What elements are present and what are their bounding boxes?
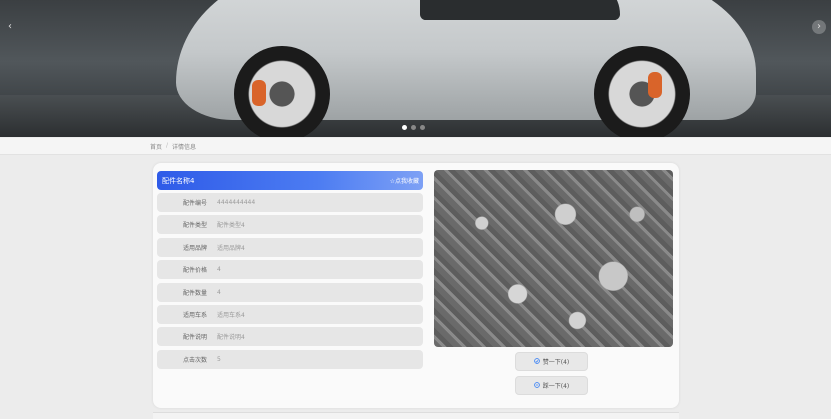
car-window bbox=[420, 0, 620, 20]
field-row-description: 配件说明 配件说明4 bbox=[157, 327, 423, 347]
thumbs-up-icon bbox=[533, 357, 540, 366]
breadcrumb-current: 详情信息 bbox=[172, 144, 197, 151]
car-wheel-front bbox=[234, 46, 330, 137]
dislike-button[interactable]: 踩一下(4) bbox=[515, 376, 588, 395]
carousel-dot-2[interactable] bbox=[411, 125, 416, 130]
favorite-button[interactable]: ☆点我收藏 bbox=[390, 176, 419, 185]
carousel-dot-3[interactable] bbox=[420, 125, 425, 130]
field-value: 适用车系4 bbox=[217, 311, 245, 319]
carousel-dot-1[interactable] bbox=[402, 125, 407, 130]
field-label: 点击次数 bbox=[182, 356, 207, 364]
field-label: 适用车系 bbox=[182, 311, 207, 319]
breadcrumb-bar: 首页 / 详情信息 bbox=[0, 138, 831, 155]
field-label: 配件价格 bbox=[182, 267, 207, 275]
field-row-quantity: 配件数量 4 bbox=[157, 282, 423, 302]
field-value: 4444444444 bbox=[217, 199, 256, 206]
field-label: 配件编号 bbox=[182, 200, 207, 207]
breadcrumb-separator: / bbox=[166, 142, 169, 149]
footer-edge bbox=[153, 412, 679, 419]
field-row-click-count: 点击次数 5 bbox=[157, 349, 423, 369]
part-name-title: 配件名称4 bbox=[162, 177, 195, 185]
breadcrumb: 首页 / 详情信息 bbox=[150, 142, 196, 151]
like-label: 赞一下(4) bbox=[542, 359, 570, 366]
like-button[interactable]: 赞一下(4) bbox=[515, 352, 588, 371]
field-value: 5 bbox=[217, 355, 221, 363]
field-label: 适用品牌 bbox=[182, 244, 207, 252]
field-value: 配件类型4 bbox=[217, 222, 245, 230]
field-row-part-type: 配件类型 配件类型4 bbox=[157, 215, 423, 235]
car-brake-rear bbox=[648, 72, 662, 98]
field-row-price: 配件价格 4 bbox=[157, 260, 423, 280]
detail-title-bar: 配件名称4 ☆点我收藏 bbox=[157, 171, 423, 190]
car-wheel-rear bbox=[594, 46, 690, 137]
thumbs-down-icon bbox=[533, 381, 540, 390]
field-label: 配件类型 bbox=[182, 222, 207, 230]
hero-carousel: ‹ › bbox=[0, 0, 831, 137]
breadcrumb-home[interactable]: 首页 bbox=[150, 142, 162, 151]
carousel-next-icon[interactable]: › bbox=[812, 20, 826, 34]
carousel-indicators bbox=[402, 125, 425, 130]
field-value: 4 bbox=[217, 288, 221, 296]
field-value: 配件说明4 bbox=[217, 334, 245, 342]
field-value: 适用品牌4 bbox=[217, 244, 245, 252]
part-image bbox=[434, 170, 673, 347]
field-value: 4 bbox=[217, 266, 221, 274]
carousel-prev-icon[interactable]: ‹ bbox=[3, 20, 17, 34]
field-row-brand: 适用品牌 适用品牌4 bbox=[157, 237, 423, 257]
car-brake-front bbox=[252, 80, 266, 106]
field-row-part-number: 配件编号 4444444444 bbox=[157, 193, 423, 212]
field-label: 配件数量 bbox=[182, 289, 207, 297]
field-label: 配件说明 bbox=[182, 334, 207, 342]
dislike-label: 踩一下(4) bbox=[542, 383, 570, 390]
detail-fields: 配件编号 4444444444 配件类型 配件类型4 适用品牌 适用品牌4 配件… bbox=[157, 193, 423, 372]
field-row-car-series: 适用车系 适用车系4 bbox=[157, 304, 423, 324]
